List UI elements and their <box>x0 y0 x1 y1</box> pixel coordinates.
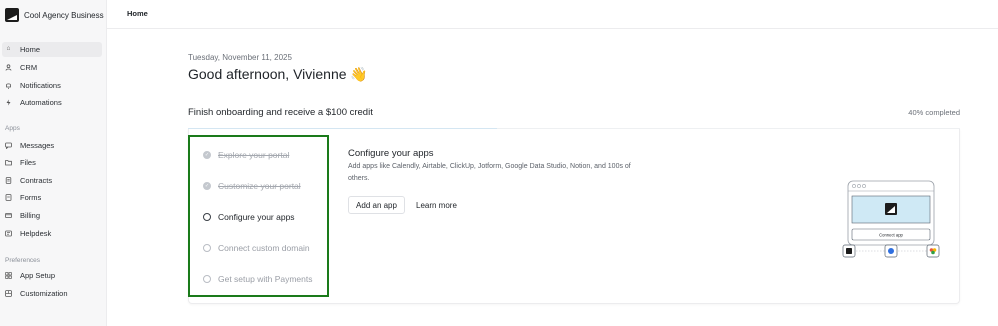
check-icon: ✓ <box>203 182 211 190</box>
brand-logo-icon <box>5 8 19 22</box>
sidebar-item-label: Forms <box>20 193 42 202</box>
preferences-section-label: Preferences <box>5 257 41 264</box>
step-label: Configure your apps <box>218 212 295 222</box>
top-bar: Home <box>107 0 998 29</box>
folder-icon <box>5 159 12 166</box>
sidebar-item-messages[interactable]: Messages <box>2 138 102 153</box>
sidebar-item-label: Notifications <box>20 81 61 90</box>
step-label: Get setup with Payments <box>218 274 313 284</box>
sidebar-item-customization[interactable]: Customization <box>2 286 102 301</box>
brand[interactable]: Cool Agency Business <box>5 7 104 23</box>
customization-icon <box>5 290 12 297</box>
apps-section-label: Apps <box>5 125 20 132</box>
step-detail-title: Configure your apps <box>348 148 434 159</box>
page-title: Home <box>127 9 148 18</box>
sidebar-item-label: Billing <box>20 211 41 220</box>
form-icon <box>5 194 12 201</box>
step-label: Connect custom domain <box>218 243 310 253</box>
sidebar-item-label: CRM <box>20 63 38 72</box>
sidebar-item-billing[interactable]: Billing <box>2 208 102 223</box>
current-date: Tuesday, November 11, 2025 <box>188 53 292 62</box>
sidebar: Cool Agency Business ⌂ Home CRM Notifica… <box>0 0 107 326</box>
circle-icon <box>203 213 211 221</box>
app-setup-icon <box>5 272 12 279</box>
onboarding-steps: ✓ Explore your portal ✓ Customize your p… <box>188 135 329 297</box>
message-icon <box>5 142 12 149</box>
brand-name: Cool Agency Business <box>24 10 104 20</box>
sidebar-item-files[interactable]: Files <box>2 155 102 170</box>
bolt-icon <box>5 99 12 106</box>
step-label: Explore your portal <box>218 150 290 160</box>
sidebar-item-crm[interactable]: CRM <box>2 60 102 75</box>
step-customize-portal[interactable]: ✓ Customize your portal <box>203 179 301 193</box>
sidebar-item-automations[interactable]: Automations <box>2 95 102 110</box>
step-detail-description: Add apps like Calendly, Airtable, ClickU… <box>348 163 631 182</box>
billing-icon <box>5 212 12 219</box>
learn-more-link[interactable]: Learn more <box>416 196 457 214</box>
configure-apps-illustration: Connect app <box>842 180 940 258</box>
circle-icon <box>203 244 211 252</box>
greeting-heading: Good afternoon, Vivienne 👋 <box>188 66 368 82</box>
sidebar-item-label: Helpdesk <box>20 229 52 238</box>
sidebar-item-contracts[interactable]: Contracts <box>2 173 102 188</box>
sidebar-item-label: Automations <box>20 98 62 107</box>
step-setup-payments[interactable]: Get setup with Payments <box>203 272 313 286</box>
circle-icon <box>203 275 211 283</box>
check-icon: ✓ <box>203 151 211 159</box>
home-icon: ⌂ <box>6 45 11 53</box>
sidebar-item-label: Customization <box>20 289 68 298</box>
sidebar-item-label: App Setup <box>20 271 56 280</box>
sidebar-item-app-setup[interactable]: App Setup <box>2 268 102 283</box>
onboarding-title: Finish onboarding and receive a $100 cre… <box>188 107 373 118</box>
sidebar-item-label: Files <box>20 158 36 167</box>
sidebar-item-label: Home <box>20 45 41 54</box>
contacts-icon <box>5 64 12 71</box>
sidebar-item-label: Contracts <box>20 176 53 185</box>
sidebar-item-notifications[interactable]: Notifications <box>2 78 102 93</box>
add-app-button[interactable]: Add an app <box>348 196 405 214</box>
helpdesk-icon <box>5 230 12 237</box>
bell-icon <box>5 82 12 89</box>
step-connect-domain[interactable]: Connect custom domain <box>203 241 310 255</box>
sidebar-item-forms[interactable]: Forms <box>2 190 102 205</box>
sidebar-item-helpdesk[interactable]: Helpdesk <box>2 226 102 241</box>
illustration-connect-app-label: Connect app <box>879 233 903 238</box>
contract-icon <box>5 177 12 184</box>
onboarding-progress-label: 40% completed <box>908 108 960 117</box>
step-label: Customize your portal <box>218 181 301 191</box>
sidebar-item-label: Messages <box>20 141 55 150</box>
step-configure-apps[interactable]: Configure your apps <box>203 210 295 224</box>
sidebar-item-home[interactable]: ⌂ Home <box>2 42 102 57</box>
step-explore-portal[interactable]: ✓ Explore your portal <box>203 148 289 162</box>
